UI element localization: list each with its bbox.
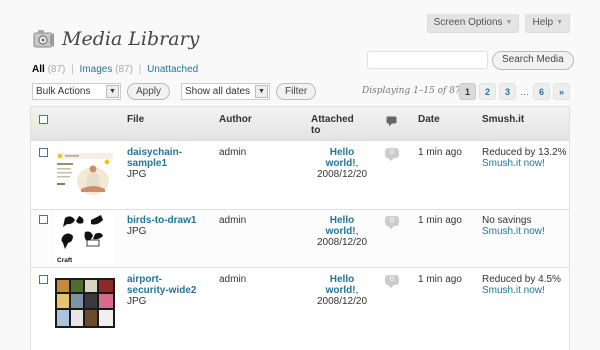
column-smush: Smush.it (482, 114, 525, 125)
upload-date: 1 min ago (418, 274, 462, 285)
media-type-filters: All (87) | Images (87) | Unattached (32, 64, 198, 75)
attached-post-link[interactable]: world! (326, 285, 356, 296)
help-tab[interactable]: Help ▼ (525, 14, 570, 33)
smush-status: Reduced by 13.2% (482, 147, 567, 158)
smush-cell: Reduced by 13.2% Smush.it now! (482, 147, 567, 169)
page-dots: … (520, 86, 529, 97)
bulk-actions-value: Bulk Actions (36, 86, 91, 97)
filter-images-count: (87) (115, 64, 133, 75)
smush-status: Reduced by 4.5% (482, 274, 561, 285)
help-label: Help (532, 17, 554, 28)
apply-button[interactable]: Apply (127, 83, 171, 100)
file-name-line: sample1 (127, 158, 168, 169)
attached-date: 2008/12/20 (316, 237, 368, 248)
attached-post-link[interactable]: world! (326, 226, 356, 237)
attached-post-link[interactable]: Hello (313, 274, 371, 285)
column-author: Author (219, 114, 252, 125)
media-icon (33, 30, 54, 48)
smush-now-link[interactable]: Smush.it now! (482, 226, 545, 237)
attached-to: Hello world!, 2008/12/20 (313, 274, 371, 307)
attach-comma: , (355, 158, 359, 169)
chevron-down-icon: ▼ (505, 19, 513, 26)
thumbnail-text: Craft (57, 257, 73, 264)
attached-to: Hello world!, 2008/12/20 (313, 147, 371, 180)
smush-now-link[interactable]: Smush.it now! (482, 158, 567, 169)
page-title: Media Library (62, 28, 200, 50)
media-thumbnail[interactable] (55, 278, 115, 328)
row-checkbox[interactable] (39, 148, 48, 157)
attached-date: 2008/12/20 (316, 169, 368, 180)
table-row: daisychain- sample1 JPG admin Hello worl… (31, 141, 569, 210)
chevron-down-icon: ▼ (556, 19, 563, 26)
smush-cell: No savings Smush.it now! (482, 215, 545, 237)
column-attached-to: Attached to (311, 114, 354, 136)
attached-date: 2008/12/20 (316, 296, 368, 307)
file-name-line: security-wide2 (127, 285, 197, 296)
tablenav-actions: Bulk Actions ▼ Apply Show all dates ▼ Fi… (32, 83, 317, 100)
screen-meta-tabs: Screen Options ▼ Help ▼ (426, 14, 570, 33)
author-name: admin (219, 215, 247, 226)
author-name: admin (219, 274, 247, 285)
table-row: airport- security-wide2 JPG admin Hello … (31, 268, 569, 350)
row-checkbox[interactable] (39, 215, 48, 224)
pagination: 1 2 3 … 6 » (459, 83, 570, 100)
filter-unattached[interactable]: Unattached (147, 64, 198, 75)
file-name-line: daisychain- (127, 147, 183, 158)
filter-separator: | (138, 64, 142, 75)
smush-now-link[interactable]: Smush.it now! (482, 285, 561, 296)
media-table: File Author Attached to Date Smush.it da… (30, 106, 570, 350)
column-file: File (127, 114, 145, 125)
chevron-down-icon: ▼ (255, 85, 269, 98)
page-2[interactable]: 2 (479, 83, 496, 100)
page-6[interactable]: 6 (533, 83, 550, 100)
comment-icon (386, 116, 397, 127)
attach-comma: , (355, 285, 359, 296)
screen-options-label: Screen Options (433, 17, 503, 28)
file-name-link[interactable]: airport- security-wide2 (127, 274, 196, 296)
table-row: Craft birds-to-draw1 JPG admin Hello wor… (31, 210, 569, 268)
media-thumbnail[interactable] (55, 151, 115, 201)
media-thumbnail[interactable]: Craft (55, 212, 115, 264)
filter-separator: | (71, 64, 74, 75)
page-3[interactable]: 3 (499, 83, 516, 100)
dates-select[interactable]: Show all dates ▼ (181, 83, 271, 100)
next-page-button[interactable]: » (553, 83, 570, 100)
select-all-checkbox[interactable] (39, 115, 48, 124)
attached-post-link[interactable]: Hello (313, 147, 371, 158)
attached-to: Hello world!, 2008/12/20 (313, 215, 371, 248)
file-type: JPG (127, 226, 147, 237)
filter-all-count: (87) (47, 64, 66, 75)
filter-button[interactable]: Filter (276, 83, 317, 100)
chevron-down-icon: ▼ (106, 85, 119, 98)
comment-count[interactable]: 0 (385, 148, 399, 161)
comment-count[interactable]: 0 (385, 275, 399, 288)
smush-cell: Reduced by 4.5% Smush.it now! (482, 274, 561, 296)
upload-date: 1 min ago (418, 147, 462, 158)
table-header: File Author Attached to Date Smush.it (31, 107, 569, 141)
author-name: admin (219, 147, 247, 158)
filter-images[interactable]: Images (80, 64, 113, 75)
attach-comma: , (355, 226, 359, 237)
file-name-link[interactable]: birds-to-draw1 (127, 215, 196, 226)
file-type: JPG (127, 169, 147, 180)
bulk-actions-select[interactable]: Bulk Actions ▼ (32, 83, 121, 100)
row-checkbox[interactable] (39, 275, 48, 284)
screen-options-tab[interactable]: Screen Options ▼ (426, 14, 520, 33)
page-header: Media Library (32, 28, 199, 50)
attached-post-link[interactable]: Hello (313, 215, 371, 226)
displaying-count: Displaying 1–15 of 87 (362, 86, 461, 96)
file-type: JPG (127, 296, 147, 307)
page-1: 1 (459, 83, 476, 100)
comment-count[interactable]: 0 (385, 216, 399, 229)
search-input[interactable] (367, 51, 488, 69)
smush-status: No savings (482, 215, 532, 226)
dates-value: Show all dates (185, 86, 251, 97)
upload-date: 1 min ago (418, 215, 462, 226)
filter-all[interactable]: All (32, 64, 45, 75)
file-name-link[interactable]: daisychain- sample1 (127, 147, 182, 169)
column-date: Date (418, 114, 440, 125)
search-media-button[interactable]: Search Media (492, 51, 574, 70)
file-name-line: airport- (127, 274, 162, 285)
attached-post-link[interactable]: world! (326, 158, 356, 169)
